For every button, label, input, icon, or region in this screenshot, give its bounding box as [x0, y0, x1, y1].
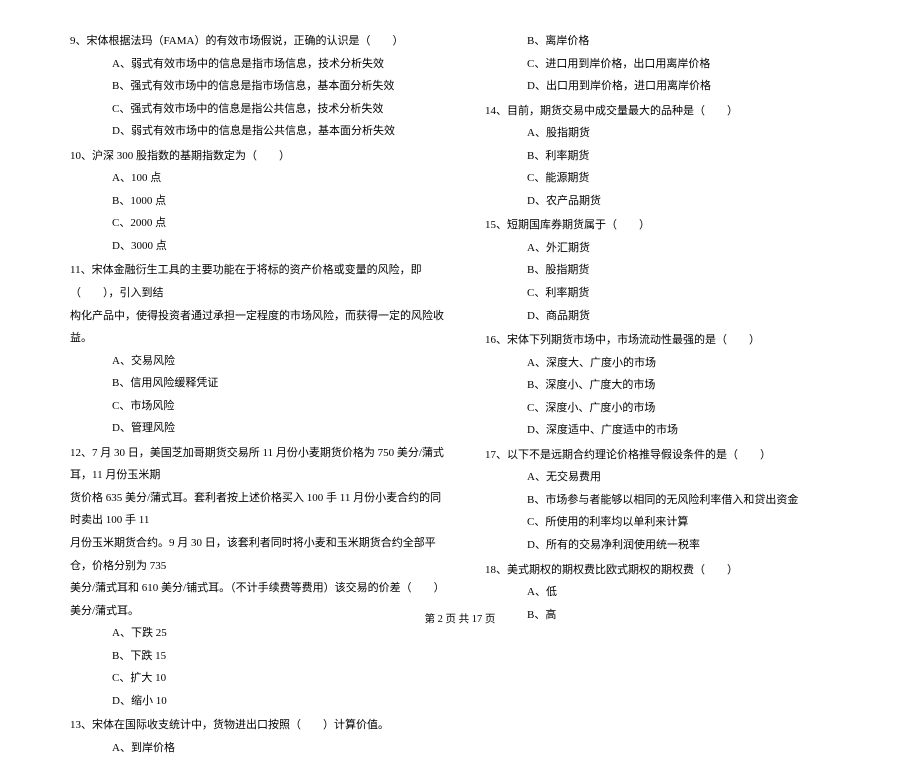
option-c: C、能源期货 — [485, 167, 860, 190]
option-d: D、所有的交易净利润使用统一税率 — [485, 534, 860, 557]
option-a: A、无交易费用 — [485, 466, 860, 489]
question-13: 13、宋体在国际收支统计中，货物进出口按照（ ）计算价值。 A、到岸价格 — [70, 714, 445, 759]
option-c: C、利率期货 — [485, 282, 860, 305]
question-text-line2: 货价格 635 美分/蒲式耳。套利者按上述价格买入 100 手 11 月份小麦合… — [70, 487, 445, 532]
option-a: A、交易风险 — [70, 350, 445, 373]
page-footer: 第 2 页 共 17 页 — [0, 611, 920, 626]
question-text: 10、沪深 300 股指数的基期指数定为（ ） — [70, 145, 445, 168]
option-c: C、市场风险 — [70, 395, 445, 418]
question-text: 9、宋体根据法玛（FAMA）的有效市场假说，正确的认识是（ ） — [70, 30, 445, 53]
question-17: 17、以下不是远期合约理论价格推导假设条件的是（ ） A、无交易费用 B、市场参… — [485, 444, 860, 557]
option-d: D、出口用到岸价格，进口用离岸价格 — [485, 75, 860, 98]
option-d: D、管理风险 — [70, 417, 445, 440]
question-11: 11、宋体金融衍生工具的主要功能在于将标的资产价格或变量的风险，即（ ），引入到… — [70, 259, 445, 439]
option-a: A、100 点 — [70, 167, 445, 190]
option-a: A、弱式有效市场中的信息是指市场信息，技术分析失效 — [70, 53, 445, 76]
left-column: 9、宋体根据法玛（FAMA）的有效市场假说，正确的认识是（ ） A、弱式有效市场… — [70, 30, 445, 600]
option-d: D、弱式有效市场中的信息是指公共信息，基本面分析失效 — [70, 120, 445, 143]
option-b: B、利率期货 — [485, 145, 860, 168]
question-text: 14、目前，期货交易中成交量最大的品种是（ ） — [485, 100, 860, 123]
option-c: C、深度小、广度小的市场 — [485, 397, 860, 420]
option-a: A、到岸价格 — [70, 737, 445, 760]
option-d: D、3000 点 — [70, 235, 445, 258]
question-14: 14、目前，期货交易中成交量最大的品种是（ ） A、股指期货 B、利率期货 C、… — [485, 100, 860, 213]
option-c: C、2000 点 — [70, 212, 445, 235]
option-b: B、深度小、广度大的市场 — [485, 374, 860, 397]
option-b: B、1000 点 — [70, 190, 445, 213]
question-text: 18、美式期权的期权费比欧式期权的期权费（ ） — [485, 559, 860, 582]
question-text-line1: 12、7 月 30 日，美国芝加哥期货交易所 11 月份小麦期货价格为 750 … — [70, 442, 445, 487]
option-d: D、深度适中、广度适中的市场 — [485, 419, 860, 442]
option-b: B、信用风险缓释凭证 — [70, 372, 445, 395]
question-text: 17、以下不是远期合约理论价格推导假设条件的是（ ） — [485, 444, 860, 467]
question-text-line1: 11、宋体金融衍生工具的主要功能在于将标的资产价格或变量的风险，即（ ），引入到… — [70, 259, 445, 304]
option-b: B、市场参与者能够以相同的无风险利率借入和贷出资金 — [485, 489, 860, 512]
option-c: C、扩大 10 — [70, 667, 445, 690]
option-c: C、强式有效市场中的信息是指公共信息，技术分析失效 — [70, 98, 445, 121]
option-c: C、进口用到岸价格，出口用离岸价格 — [485, 53, 860, 76]
option-d: D、缩小 10 — [70, 690, 445, 713]
content-columns: 9、宋体根据法玛（FAMA）的有效市场假说，正确的认识是（ ） A、弱式有效市场… — [70, 30, 860, 600]
question-15: 15、短期国库券期货属于（ ） A、外汇期货 B、股指期货 C、利率期货 D、商… — [485, 214, 860, 327]
option-d: D、农产品期货 — [485, 190, 860, 213]
option-a: A、低 — [485, 581, 860, 604]
option-b: B、股指期货 — [485, 259, 860, 282]
question-10: 10、沪深 300 股指数的基期指数定为（ ） A、100 点 B、1000 点… — [70, 145, 445, 258]
option-a: A、外汇期货 — [485, 237, 860, 260]
option-c: C、所使用的利率均以单利来计算 — [485, 511, 860, 534]
option-a: A、股指期货 — [485, 122, 860, 145]
question-16: 16、宋体下列期货市场中，市场流动性最强的是（ ） A、深度大、广度小的市场 B… — [485, 329, 860, 442]
question-text-line3: 月份玉米期货合约。9 月 30 日，该套利者同时将小麦和玉米期货合约全部平仓，价… — [70, 532, 445, 577]
question-text: 15、短期国库券期货属于（ ） — [485, 214, 860, 237]
question-text: 13、宋体在国际收支统计中，货物进出口按照（ ）计算价值。 — [70, 714, 445, 737]
question-9: 9、宋体根据法玛（FAMA）的有效市场假说，正确的认识是（ ） A、弱式有效市场… — [70, 30, 445, 143]
question-text: 16、宋体下列期货市场中，市场流动性最强的是（ ） — [485, 329, 860, 352]
question-13-continued: B、离岸价格 C、进口用到岸价格，出口用离岸价格 D、出口用到岸价格，进口用离岸… — [485, 30, 860, 98]
option-b: B、离岸价格 — [485, 30, 860, 53]
option-b: B、下跌 15 — [70, 645, 445, 668]
option-a: A、深度大、广度小的市场 — [485, 352, 860, 375]
question-12: 12、7 月 30 日，美国芝加哥期货交易所 11 月份小麦期货价格为 750 … — [70, 442, 445, 713]
option-b: B、强式有效市场中的信息是指市场信息，基本面分析失效 — [70, 75, 445, 98]
option-d: D、商品期货 — [485, 305, 860, 328]
right-column: B、离岸价格 C、进口用到岸价格，出口用离岸价格 D、出口用到岸价格，进口用离岸… — [485, 30, 860, 600]
question-text-line2: 构化产品中，使得投资者通过承担一定程度的市场风险，而获得一定的风险收益。 — [70, 305, 445, 350]
